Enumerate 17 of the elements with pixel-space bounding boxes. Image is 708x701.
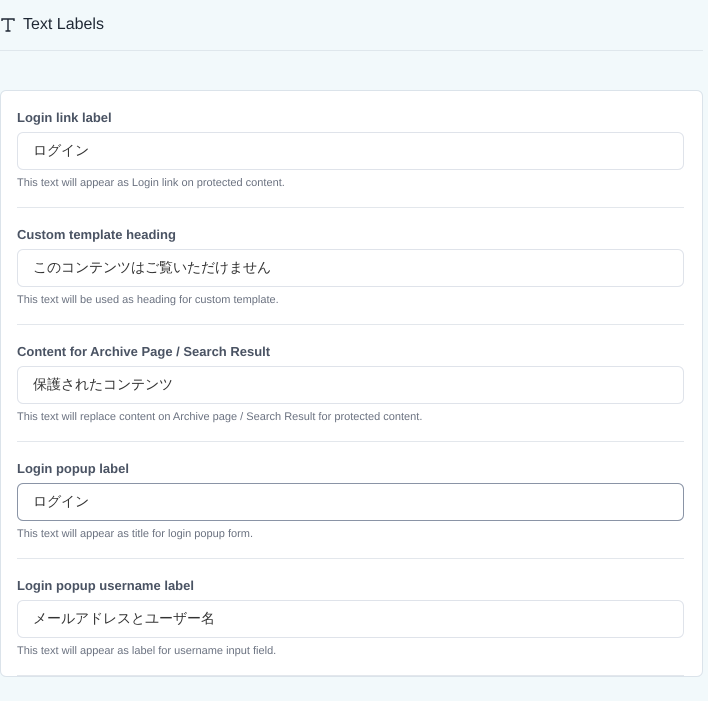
field-label: Custom template heading	[17, 227, 177, 242]
field-label: Content for Archive Page / Search Result	[17, 344, 272, 359]
help-text: This text will be used as heading for custom template.	[17, 294, 280, 306]
field-label: Login popup label	[17, 461, 130, 476]
help-text: This text will replace content on Archive page / Search Result for protected content.	[17, 411, 424, 423]
input-field[interactable]: ログイン	[17, 483, 684, 521]
help-text: This text will appear as Login link on protected content.	[17, 177, 286, 189]
text-icon	[1, 18, 15, 32]
input-field[interactable]: 保護されたコンテンツ	[17, 366, 684, 404]
help-text: This text will appear as label for username input field.	[17, 645, 278, 657]
field-label: Login link label	[17, 110, 113, 125]
help-text: This text will appear as title for login popup form.	[17, 528, 254, 540]
section-title: Text Labels	[23, 16, 104, 34]
field-label: Login popup username label	[17, 578, 195, 593]
input-field[interactable]: このコンテンツはご覧いただけません	[17, 249, 684, 287]
input-field[interactable]: ログイン	[17, 132, 684, 170]
input-field[interactable]: メールアドレスとユーザー名	[17, 600, 684, 638]
